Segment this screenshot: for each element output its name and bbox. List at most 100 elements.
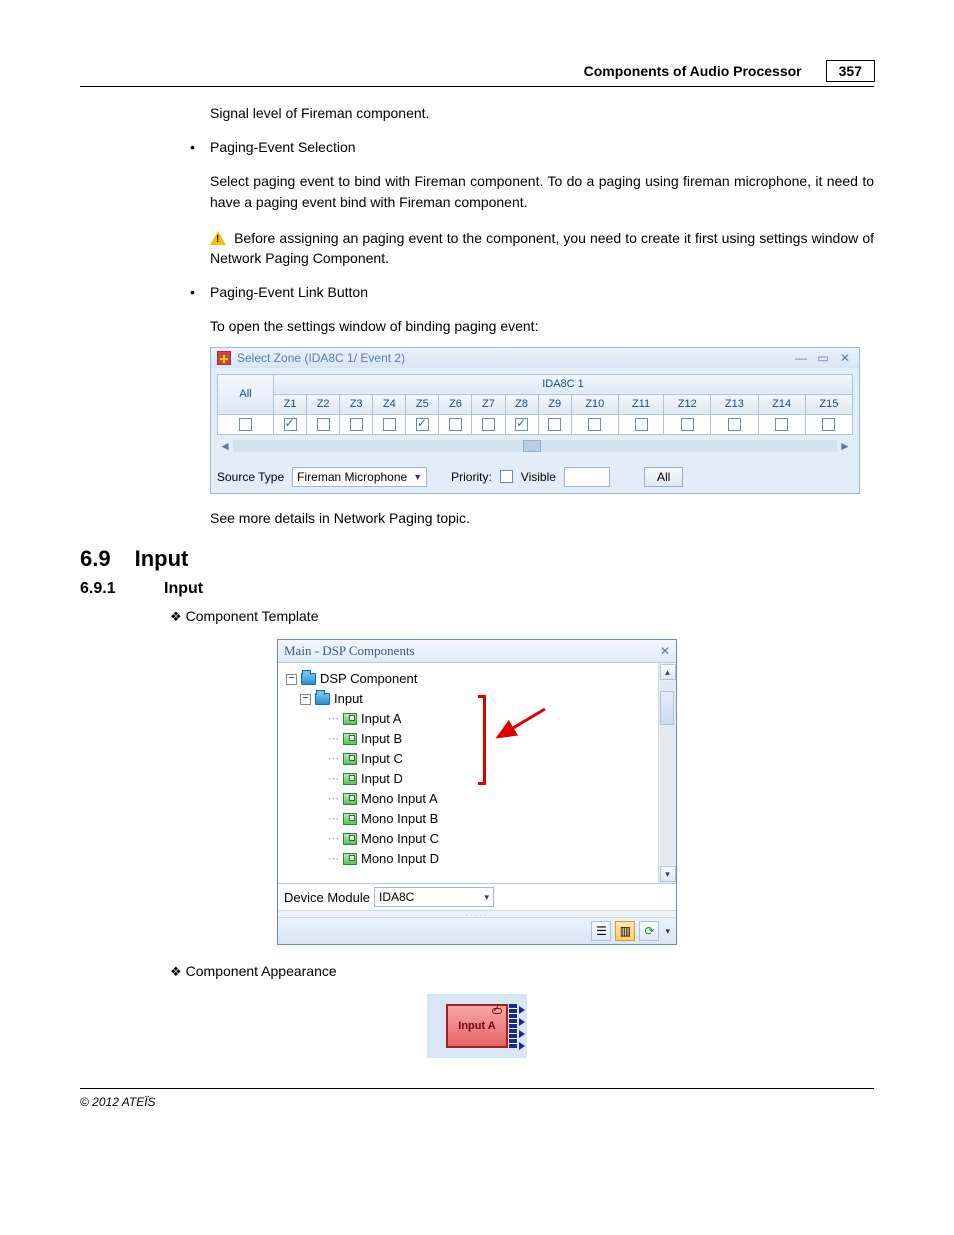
tree-item-input-d[interactable]: ⋯ Input D <box>286 769 654 789</box>
no-entry-icon <box>492 1008 502 1014</box>
collapse-icon[interactable]: − <box>300 694 311 705</box>
component-icon <box>343 773 357 785</box>
all-button[interactable]: All <box>644 467 683 487</box>
col-z11[interactable]: Z11 <box>618 394 663 414</box>
collapse-icon[interactable]: − <box>286 674 297 685</box>
col-z3[interactable]: Z3 <box>340 394 373 414</box>
checkbox-z4[interactable] <box>383 418 396 431</box>
checkbox-z11[interactable] <box>635 418 648 431</box>
folder-icon <box>301 673 316 685</box>
checkbox-z5[interactable] <box>416 418 429 431</box>
checkbox-z15[interactable] <box>822 418 835 431</box>
checkbox-z3[interactable] <box>350 418 363 431</box>
tree-item-input-a[interactable]: ⋯ Input A <box>286 709 654 729</box>
checkbox-all[interactable] <box>239 418 252 431</box>
tree-item-input-b[interactable]: ⋯ Input B <box>286 729 654 749</box>
select-zone-titlebar[interactable]: Select Zone (IDA8C 1/ Event 2) — ▭ ✕ <box>211 348 859 368</box>
diamond-icon: ❖ <box>170 964 182 979</box>
subsection-6-9-1: 6.9.1 Input <box>80 580 874 598</box>
scroll-thumb[interactable] <box>523 440 541 452</box>
component-icon <box>343 753 357 765</box>
col-z15[interactable]: Z15 <box>805 394 852 414</box>
scroll-up-icon[interactable]: ▴ <box>660 664 676 680</box>
dsp-tree[interactable]: − DSP Component − Input ⋯ Input A ⋯ <box>278 663 658 883</box>
scroll-down-icon[interactable]: ▾ <box>660 866 676 882</box>
visible-checkbox[interactable] <box>500 470 513 483</box>
input-a-block[interactable]: Input A <box>446 1004 508 1048</box>
checkbox-z9[interactable] <box>548 418 561 431</box>
checkbox-z10[interactable] <box>588 418 601 431</box>
bullet-paging-event-link: • Paging-Event Link Button <box>190 284 874 300</box>
scroll-track[interactable] <box>660 681 676 865</box>
zone-grid: All IDA8C 1 Z1 Z2 Z3 Z4 Z5 Z6 Z7 Z8 Z9 Z… <box>217 374 853 435</box>
input-a-label: Input A <box>458 1020 495 1032</box>
bullet-paging-event-selection: • Paging-Event Selection <box>190 139 874 155</box>
select-zone-window: Select Zone (IDA8C 1/ Event 2) — ▭ ✕ All… <box>210 347 860 494</box>
component-icon <box>343 713 357 725</box>
col-z7[interactable]: Z7 <box>472 394 505 414</box>
minimize-icon[interactable]: — <box>793 351 809 365</box>
close-icon[interactable]: ✕ <box>660 644 670 659</box>
col-all[interactable]: All <box>218 374 274 414</box>
dsp-titlebar[interactable]: Main - DSP Components ✕ <box>278 640 676 663</box>
checkbox-z1[interactable] <box>284 418 297 431</box>
col-z10[interactable]: Z10 <box>571 394 618 414</box>
col-z4[interactable]: Z4 <box>373 394 406 414</box>
after-window-text: See more details in Network Paging topic… <box>210 508 874 528</box>
priority-label: Priority: <box>451 470 492 484</box>
tree-item-mono-b[interactable]: ⋯ Mono Input B <box>286 809 654 829</box>
checkbox-z13[interactable] <box>728 418 741 431</box>
checkbox-z8[interactable] <box>515 418 528 431</box>
tree-item-mono-a[interactable]: ⋯ Mono Input A <box>286 789 654 809</box>
col-z14[interactable]: Z14 <box>758 394 805 414</box>
col-z8[interactable]: Z8 <box>505 394 538 414</box>
subsection-num: 6.9.1 <box>80 580 140 598</box>
scroll-left-icon[interactable]: ◄ <box>217 439 233 453</box>
list-view-icon[interactable]: ☰ <box>591 921 611 941</box>
tree-item-mono-d[interactable]: ⋯ Mono Input D <box>286 849 654 869</box>
bullet1-warn-para: Before assigning an paging event to the … <box>210 228 874 269</box>
checkbox-z6[interactable] <box>449 418 462 431</box>
tree-input-label: Input <box>334 689 363 709</box>
scroll-right-icon[interactable]: ► <box>837 439 853 453</box>
refresh-icon[interactable]: ⟳ <box>639 921 659 941</box>
col-z2[interactable]: Z2 <box>307 394 340 414</box>
maximize-icon[interactable]: ▭ <box>815 351 831 365</box>
checkbox-z12[interactable] <box>681 418 694 431</box>
tree-input-folder[interactable]: − Input <box>286 689 654 709</box>
tree-item-mono-c[interactable]: ⋯ Mono Input C <box>286 829 654 849</box>
checkbox-z2[interactable] <box>317 418 330 431</box>
zone-hscrollbar[interactable]: ◄ ► <box>217 437 853 455</box>
priority-input[interactable] <box>564 467 610 487</box>
col-z1[interactable]: Z1 <box>274 394 307 414</box>
source-type-combo[interactable]: Fireman Microphone ▼ <box>292 467 427 487</box>
resize-grip[interactable]: ····· <box>278 910 676 918</box>
component-icon <box>343 733 357 745</box>
close-icon[interactable]: ✕ <box>837 351 853 365</box>
column-view-icon[interactable]: ▥ <box>615 921 635 941</box>
chevron-down-icon[interactable]: ▾ <box>665 926 670 937</box>
dsp-vscrollbar[interactable]: ▴ ▾ <box>658 663 676 883</box>
col-z6[interactable]: Z6 <box>439 394 472 414</box>
col-z12[interactable]: Z12 <box>664 394 711 414</box>
device-module-row: Device Module IDA8C ▾ <box>278 883 676 910</box>
diamond-icon: ❖ <box>170 609 182 624</box>
tree-item-input-c[interactable]: ⋯ Input C <box>286 749 654 769</box>
checkbox-z7[interactable] <box>482 418 495 431</box>
bullet1-p1: Select paging event to bind with Fireman… <box>210 171 874 212</box>
section-num: 6.9 <box>80 546 111 572</box>
section-title: Input <box>135 546 189 572</box>
tree-root[interactable]: − DSP Component <box>286 669 654 689</box>
scroll-track[interactable] <box>233 440 837 452</box>
col-z13[interactable]: Z13 <box>711 394 758 414</box>
bullet1-title: Paging-Event Selection <box>210 139 356 155</box>
checkbox-z14[interactable] <box>775 418 788 431</box>
app-icon <box>217 351 231 365</box>
device-module-label: Device Module <box>284 890 370 905</box>
col-z5[interactable]: Z5 <box>406 394 439 414</box>
select-zone-bottom: Source Type Fireman Microphone ▼ Priorit… <box>211 461 859 493</box>
col-z9[interactable]: Z9 <box>538 394 571 414</box>
bullet-dot-icon: • <box>190 284 202 300</box>
scroll-thumb[interactable] <box>660 691 674 725</box>
device-module-combo[interactable]: IDA8C ▾ <box>374 887 494 907</box>
